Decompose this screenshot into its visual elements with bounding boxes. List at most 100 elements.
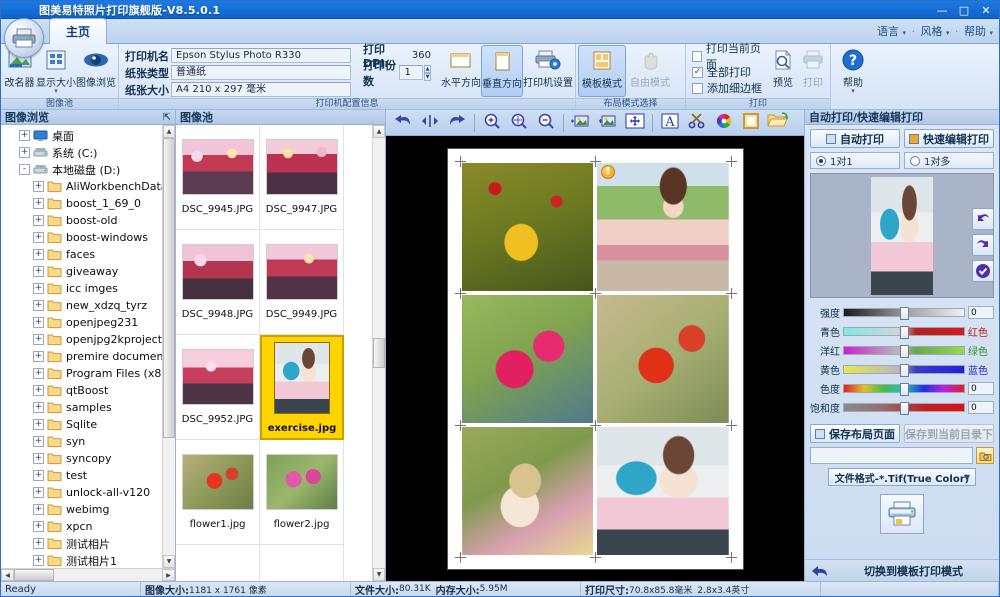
save-path-input[interactable]: [810, 447, 973, 464]
frame-button[interactable]: [738, 112, 764, 134]
tree-item[interactable]: + openjpeg231: [1, 314, 162, 331]
tree-item[interactable]: + AliWorkbenchData: [1, 178, 162, 195]
scroll-down-icon[interactable]: ▼: [163, 555, 175, 568]
slider-track[interactable]: [843, 383, 965, 396]
rotate-right-button[interactable]: [972, 234, 994, 256]
page-photo-cell[interactable]: [595, 425, 731, 557]
scroll-right-icon[interactable]: ▶: [162, 569, 175, 581]
paper-size-value[interactable]: A4 210 x 297 毫米: [171, 82, 351, 97]
tree-item[interactable]: + xpcn: [1, 518, 162, 535]
checkbox-print-all[interactable]: ✓ 全部打印: [692, 65, 764, 80]
tree-expander-icon[interactable]: +: [19, 147, 30, 158]
stepper-down-icon[interactable]: ▼: [424, 73, 431, 81]
tree-horizontal-scrollbar[interactable]: ◀ ▶: [1, 568, 175, 581]
mirror-button[interactable]: [417, 112, 443, 134]
thumbnail-item[interactable]: DSC_9952.JPG: [176, 335, 260, 440]
tree-item[interactable]: + unlock-all-v120: [1, 484, 162, 501]
menu-help[interactable]: 帮助: [964, 25, 986, 38]
radio-one-to-many[interactable]: 1对多: [904, 152, 994, 169]
tree-item[interactable]: + icc imges: [1, 280, 162, 297]
print-page[interactable]: !: [447, 148, 743, 569]
scroll-thumb[interactable]: [14, 569, 54, 581]
tree-item[interactable]: + 测试相片: [1, 535, 162, 552]
scroll-left-icon[interactable]: ◀: [1, 569, 14, 581]
quick-edit-print-button[interactable]: 快速编辑打印: [904, 129, 994, 148]
horizontal-orientation-button[interactable]: 水平方向: [441, 45, 481, 97]
free-mode-button[interactable]: 自由模式: [626, 45, 674, 97]
tree-item[interactable]: + faces: [1, 246, 162, 263]
thumbnail-item[interactable]: DSC_9947.JPG: [260, 125, 344, 230]
thumbnail-item[interactable]: flower2.jpg: [260, 440, 344, 545]
printer-name-value[interactable]: Epson Stylus Photo R330: [171, 48, 351, 63]
tree-expander-icon[interactable]: +: [33, 198, 44, 209]
menu-language[interactable]: 语言: [877, 25, 899, 38]
tree-item[interactable]: + premire documents: [1, 348, 162, 365]
confirm-button[interactable]: [972, 260, 994, 282]
open-folder-button[interactable]: [765, 112, 791, 134]
tree-item[interactable]: + boost-windows: [1, 229, 162, 246]
chevron-down-icon[interactable]: ▼: [964, 473, 970, 482]
image-browse-button[interactable]: 图像浏览: [76, 45, 116, 97]
crop-scissors-button[interactable]: [684, 112, 710, 134]
page-photo-cell[interactable]: [595, 293, 731, 425]
tree-expander-icon[interactable]: +: [33, 419, 44, 430]
tree-item[interactable]: + webimg: [1, 501, 162, 518]
tree-expander-icon[interactable]: +: [33, 453, 44, 464]
tree-item[interactable]: - 本地磁盘 (D:): [1, 161, 162, 178]
display-size-button[interactable]: 显示大小 ▾: [36, 45, 76, 97]
tree-expander-icon[interactable]: +: [33, 521, 44, 532]
tree-expander-icon[interactable]: -: [19, 164, 30, 175]
image-move-button[interactable]: [595, 112, 621, 134]
tree-item[interactable]: + giveaway: [1, 263, 162, 280]
checkbox-print-current-page[interactable]: 打印当前页面: [692, 42, 764, 71]
tree-expander-icon[interactable]: +: [33, 504, 44, 515]
tree-item[interactable]: + syn: [1, 433, 162, 450]
template-mode-button[interactable]: 模板模式: [578, 45, 626, 97]
copies-stepper[interactable]: ▲ ▼: [424, 65, 431, 81]
color-wheel-button[interactable]: [711, 112, 737, 134]
tab-home[interactable]: 主页: [49, 18, 108, 44]
image-pool-grid[interactable]: DSC_9945.JPG DSC_9947.JPG DSC_9948.JPG DSC_…: [176, 125, 372, 581]
folder-tree-list[interactable]: + 桌面 + 系统 (C:) - 本地磁盘 (D:) + AliWorkbenchData + b…: [1, 125, 162, 568]
switch-mode-bar[interactable]: 切换到模板打印模式: [805, 559, 999, 581]
tree-expander-icon[interactable]: +: [33, 215, 44, 226]
tree-expander-icon[interactable]: +: [33, 351, 44, 362]
copies-value[interactable]: 1: [399, 65, 424, 80]
chevron-down-icon[interactable]: ▾: [902, 29, 906, 37]
tree-expander-icon[interactable]: +: [33, 487, 44, 498]
thumbnail-item[interactable]: DSC_9945.JPG: [176, 125, 260, 230]
page-photo-cell[interactable]: !: [595, 161, 731, 293]
slider-knob[interactable]: [900, 383, 909, 396]
slider-knob[interactable]: [900, 326, 909, 339]
slider-value[interactable]: 0: [968, 401, 994, 414]
chevron-down-icon[interactable]: ▾: [989, 29, 993, 37]
tree-expander-icon[interactable]: +: [33, 436, 44, 447]
menu-style[interactable]: 风格: [920, 25, 942, 38]
tree-expander-icon[interactable]: +: [19, 130, 30, 141]
thumbnail-item[interactable]: DSC_9948.JPG: [176, 230, 260, 335]
tree-expander-icon[interactable]: +: [33, 555, 44, 566]
minimize-icon[interactable]: —: [931, 3, 953, 18]
tree-item[interactable]: + boost_1_69_0: [1, 195, 162, 212]
scroll-up-icon[interactable]: ▲: [163, 125, 175, 138]
slider-track[interactable]: [843, 364, 965, 377]
tree-expander-icon[interactable]: +: [33, 249, 44, 260]
slider-knob[interactable]: [900, 402, 909, 415]
stepper-up-icon[interactable]: ▲: [424, 65, 431, 73]
radio-one-to-one[interactable]: 1对1: [810, 152, 900, 169]
page-photo-cell[interactable]: [460, 293, 596, 425]
chevron-down-icon[interactable]: ▾: [851, 88, 855, 95]
scroll-up-icon[interactable]: ▲: [373, 125, 385, 138]
zoom-fit-button[interactable]: [506, 112, 532, 134]
tree-expander-icon[interactable]: +: [33, 334, 44, 345]
dpi-value[interactable]: 360: [412, 50, 431, 61]
file-format-select[interactable]: 文件格式-*.Tif(True Color) ▼: [828, 468, 976, 486]
thumbnail-item[interactable]: DSC_9949.JPG: [260, 230, 344, 335]
tree-vertical-scrollbar[interactable]: ▲ ▼: [162, 125, 175, 568]
tree-expander-icon[interactable]: +: [33, 368, 44, 379]
slider-knob[interactable]: [900, 307, 909, 320]
app-menu-button[interactable]: [4, 18, 44, 58]
slider-track[interactable]: [843, 345, 965, 358]
thumb-vertical-scrollbar[interactable]: ▲ ▼: [372, 125, 385, 581]
chevron-down-icon[interactable]: ▾: [946, 29, 950, 37]
